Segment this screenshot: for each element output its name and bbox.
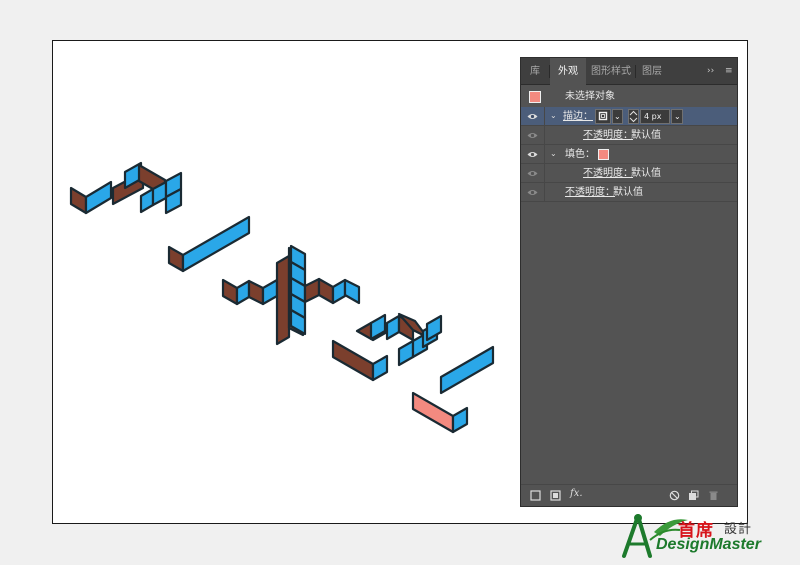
- tab-library[interactable]: 库: [521, 58, 549, 85]
- isometric-glyph-5: [411, 345, 495, 434]
- chevron-down-icon[interactable]: ⌄: [550, 111, 557, 120]
- logo-brand-en: DesignMaster: [656, 536, 761, 553]
- stroke-row[interactable]: ⌄ 描边： ⌄ 4 px ⌄: [521, 107, 737, 126]
- stroke-weight-dropdown[interactable]: ⌄: [671, 109, 683, 124]
- tab-layers[interactable]: 图层: [636, 58, 668, 85]
- delete-icon[interactable]: [708, 490, 719, 501]
- tab-appearance[interactable]: 外观: [550, 58, 586, 86]
- visibility-column: [521, 164, 545, 183]
- visibility-column: [521, 126, 545, 145]
- visibility-eye-icon[interactable]: [527, 170, 538, 177]
- stroke-weight-input[interactable]: 4 px: [640, 109, 670, 124]
- visibility-eye-icon[interactable]: [527, 132, 538, 139]
- fill-opacity-row[interactable]: 不透明度： 默认值: [521, 164, 737, 183]
- visibility-column: [521, 107, 545, 126]
- stroke-color-box[interactable]: [595, 109, 611, 124]
- stepper-arrows-icon: [629, 110, 638, 123]
- stroke-opacity-label[interactable]: 不透明度：: [583, 126, 633, 145]
- visibility-eye-icon[interactable]: [527, 189, 538, 196]
- clear-icon[interactable]: [669, 490, 680, 501]
- stroke-opacity-value: 默认值: [631, 130, 661, 141]
- tab-graphic-styles[interactable]: 图形样式: [587, 58, 635, 85]
- isometric-glyph-3: [221, 244, 361, 346]
- stroke-opacity-row[interactable]: 不透明度： 默认值: [521, 126, 737, 145]
- object-opacity-label[interactable]: 不透明度：: [565, 183, 615, 202]
- fill-label: 填色：: [565, 149, 595, 160]
- fill-color-swatch[interactable]: [598, 149, 609, 160]
- fill-opacity-value: 默认值: [631, 168, 661, 179]
- stroke-color-dropdown[interactable]: ⌄: [612, 109, 623, 124]
- object-opacity-value: 默认值: [613, 187, 643, 198]
- chevron-down-icon[interactable]: ⌄: [550, 149, 557, 158]
- fx-icon[interactable]: fx.: [570, 488, 583, 499]
- duplicate-icon[interactable]: [688, 490, 699, 501]
- stroke-swatch-icon: [598, 111, 608, 121]
- chevron-down-icon: ⌄: [674, 112, 681, 121]
- visibility-eye-icon[interactable]: [527, 151, 538, 158]
- selection-swatch: [529, 91, 541, 103]
- stroke-weight-stepper[interactable]: [628, 109, 639, 124]
- visibility-eye-icon[interactable]: [527, 113, 538, 120]
- chevron-down-icon: ⌄: [614, 112, 621, 121]
- object-opacity-row[interactable]: 不透明度： 默认值: [521, 183, 737, 202]
- appearance-panel: 库 外观 图形样式 图层 ›› ≡ 未选择对象 ⌄ 描边： ⌄ 4 px ⌄ 不…: [520, 57, 738, 507]
- selection-row: 未选择对象: [521, 87, 737, 107]
- stroke-label[interactable]: 描边：: [563, 107, 593, 126]
- isometric-glyph-4: [331, 312, 443, 382]
- fill-opacity-label[interactable]: 不透明度：: [583, 164, 633, 183]
- visibility-column: [521, 183, 545, 202]
- panel-bottom-toolbar: fx.: [521, 484, 737, 506]
- panel-menu-icon[interactable]: ≡: [725, 58, 733, 85]
- logo-suffix-cn: 設計: [724, 522, 753, 537]
- visibility-column: [521, 145, 545, 164]
- stroke-weight-value: 4 px: [644, 112, 662, 121]
- selection-label: 未选择对象: [565, 91, 615, 102]
- fill-row[interactable]: ⌄ 填色：: [521, 145, 737, 164]
- new-fill-icon[interactable]: [550, 490, 561, 501]
- panel-tab-bar: 库 外观 图形样式 图层 ›› ≡: [521, 58, 737, 86]
- new-stroke-icon[interactable]: [530, 490, 541, 501]
- designmaster-logo: 首席 設計 DesignMaster: [620, 510, 796, 562]
- isometric-glyph-2: [167, 215, 251, 273]
- isometric-glyph-1: [69, 161, 183, 215]
- panel-collapse-icon[interactable]: ››: [707, 58, 714, 85]
